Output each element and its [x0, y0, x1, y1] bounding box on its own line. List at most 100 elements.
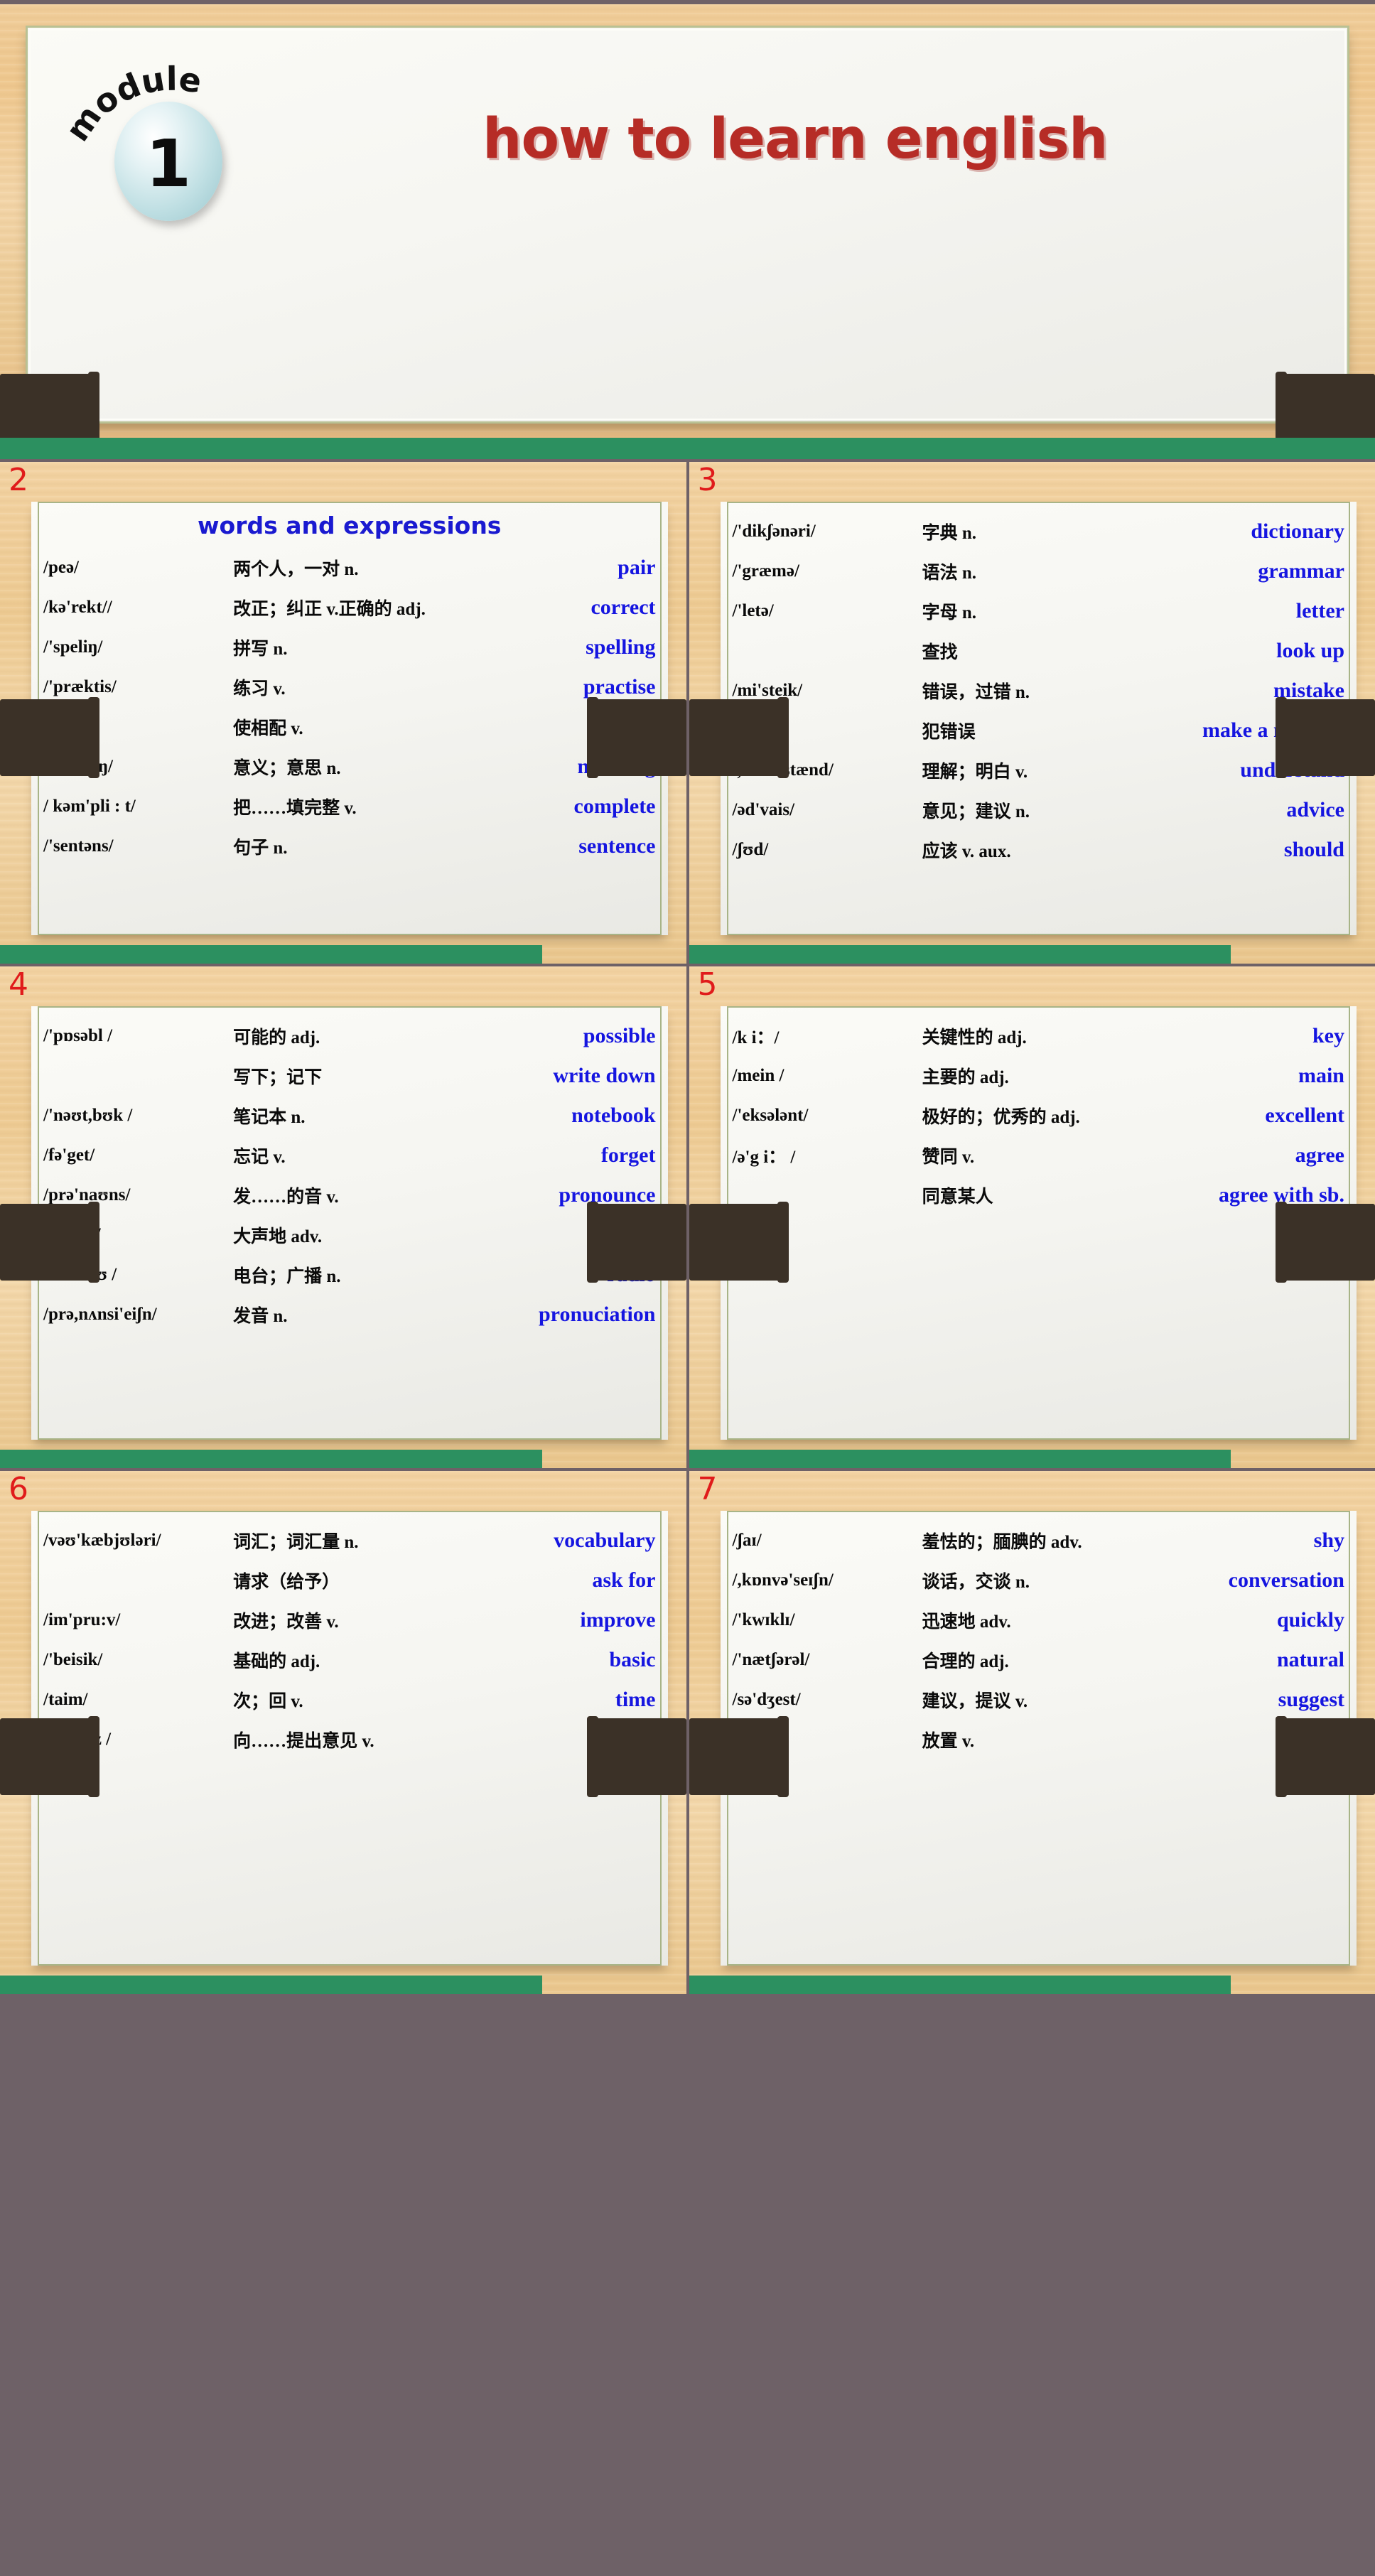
word-chinese-meaning: 次；回 v.	[233, 1692, 303, 1711]
word-chinese-meaning: 练习 v.	[233, 679, 286, 699]
word-row: /'speliŋ/拼写 n. spelling	[43, 627, 656, 667]
word-english: key	[1312, 1024, 1344, 1047]
binder-clip-right	[1276, 1716, 1375, 1797]
word-row: /'mi :niŋ/意义；意思 n.meaning	[43, 747, 656, 787]
word-list-table: /vəʊ'kæbjʊləri/词汇；词汇量 n. vocabulary 请求（给予）…	[43, 1521, 656, 1759]
word-row: /k i：/ 关键性的 adj. key	[733, 1016, 1345, 1056]
panel-whiteboard-inner: /vəʊ'kæbjʊləri/词汇；词汇量 n. vocabulary 请求（给予）…	[38, 1511, 662, 1966]
word-row: /'kwɪklɪ/迅速地 adv. quickly	[733, 1600, 1345, 1640]
word-english: forget	[600, 1143, 656, 1167]
word-english: quickly	[1276, 1608, 1344, 1632]
word-english: basic	[609, 1648, 656, 1671]
word-row: /mein / 主要的 adj. main	[733, 1056, 1345, 1096]
word-chinese-meaning: 赞同 v.	[922, 1148, 975, 1167]
word-phonetic: /'nəʊt,bʊk /	[43, 1106, 133, 1125]
word-phonetic: / kəm'pli : t/	[43, 797, 136, 816]
page-title: how to learn english	[482, 107, 1108, 171]
binder-clip-right	[1276, 1202, 1375, 1283]
panel-number: 5	[697, 966, 718, 1003]
word-chinese-meaning: 改正；纠正 v.正确的 adj.	[233, 600, 426, 619]
panel-whiteboard: words and expressions/peə/两个人，一对 n. pair /…	[31, 502, 668, 935]
word-row: /mætʃ/使相配 v.match	[43, 707, 656, 747]
word-english: conversation	[1228, 1568, 1344, 1592]
word-row: /'reidiəʊ /电台；广播 n.radio	[43, 1255, 656, 1295]
word-english: pronuciation	[539, 1303, 656, 1326]
word-chinese-meaning: 字典 n.	[922, 524, 976, 543]
word-row: /pleɪs/放置 v.place	[733, 1720, 1345, 1759]
panel-green-band	[0, 1450, 542, 1468]
word-row: /'dikʃənəri/字典 n. dictionary	[733, 512, 1345, 551]
word-chinese-meaning: 合理的 adj.	[922, 1652, 1009, 1671]
word-phonetic: /k i：/	[732, 1028, 780, 1047]
panel-green-band	[689, 1976, 1231, 1994]
panel-whiteboard-inner: /k i：/ 关键性的 adj. key/mein / 主要的 adj. main /'e…	[726, 1006, 1350, 1440]
word-chinese-meaning: 迅速地 adv.	[922, 1612, 1011, 1632]
word-english: advice	[1286, 798, 1344, 821]
word-chinese-meaning: 发音 n.	[233, 1307, 288, 1326]
word-phonetic: /im'pru:v/	[43, 1610, 121, 1629]
word-phonetic: /sə'dʒest/	[732, 1690, 801, 1709]
word-chinese-meaning: 字母 n.	[922, 603, 976, 623]
word-panel-4: 4 /'pɒsəbl / 可能的 adj. possible 写下；记下 write do…	[0, 964, 686, 1468]
word-row: /əd'vaiz /向……提出意见 v.advise	[43, 1720, 656, 1759]
word-row: /fə'get/忘记 v. forget	[43, 1136, 656, 1175]
word-row: / kəm'pli : t/把……填完整 v. complete	[43, 787, 656, 826]
green-band-title	[0, 438, 1375, 459]
word-row: /'beisik/基础的 adj. basic	[43, 1640, 656, 1680]
word-row: /ə'g i： / 赞同 v. agree	[733, 1136, 1345, 1175]
panel-whiteboard: /ʃaɪ/羞怯的；腼腆的 adv. shy /,kɒnvə'seɪʃn/谈话，交谈 …	[720, 1511, 1357, 1966]
word-row: 请求（给予） ask for	[43, 1561, 655, 1600]
word-row: /əd'vais/意见；建议 n. advice	[733, 790, 1345, 830]
word-chinese-meaning: 意见；建议 n.	[922, 802, 1030, 821]
binder-clip-right	[586, 697, 686, 778]
word-chinese-meaning: 犯错误	[922, 723, 976, 742]
word-english: correct	[591, 596, 656, 619]
panel-number: 7	[697, 1471, 718, 1507]
word-chinese-meaning: 意义；意思 n.	[233, 759, 341, 778]
word-chinese-meaning: 谈话，交谈 n.	[922, 1573, 1030, 1592]
word-english: letter	[1295, 599, 1344, 623]
word-english: shy	[1313, 1529, 1344, 1552]
panel-whiteboard-inner: /'pɒsəbl / 可能的 adj. possible 写下；记下 write dow…	[38, 1006, 662, 1440]
word-phonetic: /peə/	[43, 558, 79, 577]
word-row: /vəʊ'kæbjʊləri/词汇；词汇量 n. vocabulary	[43, 1521, 656, 1561]
word-panel-5: 5/k i：/ 关键性的 adj. key/mein / 主要的 adj. main /'…	[686, 964, 1375, 1468]
word-phonetic	[43, 1056, 233, 1096]
word-chinese-meaning: 句子 n.	[233, 839, 288, 858]
word-chinese-meaning: 可能的 adj.	[233, 1028, 320, 1047]
binder-clip-right	[586, 1202, 686, 1283]
word-phonetic	[43, 1561, 233, 1600]
word-row: 查找 look up	[733, 631, 1344, 671]
word-phonetic: /ʃaɪ/	[732, 1531, 762, 1550]
word-phonetic: /'beisik/	[43, 1650, 103, 1669]
word-phonetic: /vəʊ'kæbjʊləri/	[43, 1531, 161, 1550]
word-english: time	[615, 1688, 656, 1711]
word-row: 犯错误 make a mistake	[733, 711, 1344, 750]
word-row: /mi'steik/错误，过错 n. mistake	[733, 671, 1345, 711]
word-phonetic: /ə'g i： /	[732, 1148, 796, 1167]
word-row: /'nəʊt,bʊk / 笔记本 n. notebook	[43, 1096, 656, 1136]
panel-whiteboard-inner: /ʃaɪ/羞怯的；腼腆的 adv. shy /,kɒnvə'seɪʃn/谈话，交谈 …	[726, 1511, 1350, 1966]
word-row: /kə'rekt// 改正；纠正 v.正确的 adj. correct	[43, 588, 656, 627]
word-chinese-meaning: 错误，过错 n.	[922, 683, 1030, 702]
word-english: sentence	[578, 834, 656, 858]
word-chinese-meaning: 写下；记下	[233, 1068, 323, 1087]
panel-number: 4	[9, 966, 28, 1003]
title-slide: module 1 how to learn english unit 2 you…	[0, 0, 1375, 438]
word-row: /ə'laʊd/大声地 adv.aloud	[43, 1215, 656, 1255]
word-english: look up	[1276, 639, 1344, 662]
word-phonetic: /'sentəns/	[43, 836, 114, 856]
word-row: /'præktis/练习 v. practise	[43, 667, 656, 707]
binder-clip-right	[586, 1716, 686, 1797]
word-chinese-meaning: 大声地 adv.	[233, 1227, 323, 1246]
word-phonetic: /kə'rekt//	[43, 598, 112, 617]
word-chinese-meaning: 把……填完整 v.	[233, 799, 357, 818]
word-chinese-meaning: 向……提出意见 v.	[233, 1732, 374, 1751]
binder-clip-left	[0, 372, 99, 438]
title-whiteboard: module 1 how to learn english	[26, 26, 1349, 424]
word-phonetic: /'pɒsəbl /	[43, 1026, 113, 1045]
word-phonetic: /'græmə/	[732, 561, 799, 581]
word-english: write down	[553, 1064, 656, 1087]
panel-row: 6/vəʊ'kæbjʊləri/词汇；词汇量 n. vocabulary 请求（给予…	[0, 1468, 1375, 1994]
word-chinese-meaning: 查找	[922, 643, 958, 662]
